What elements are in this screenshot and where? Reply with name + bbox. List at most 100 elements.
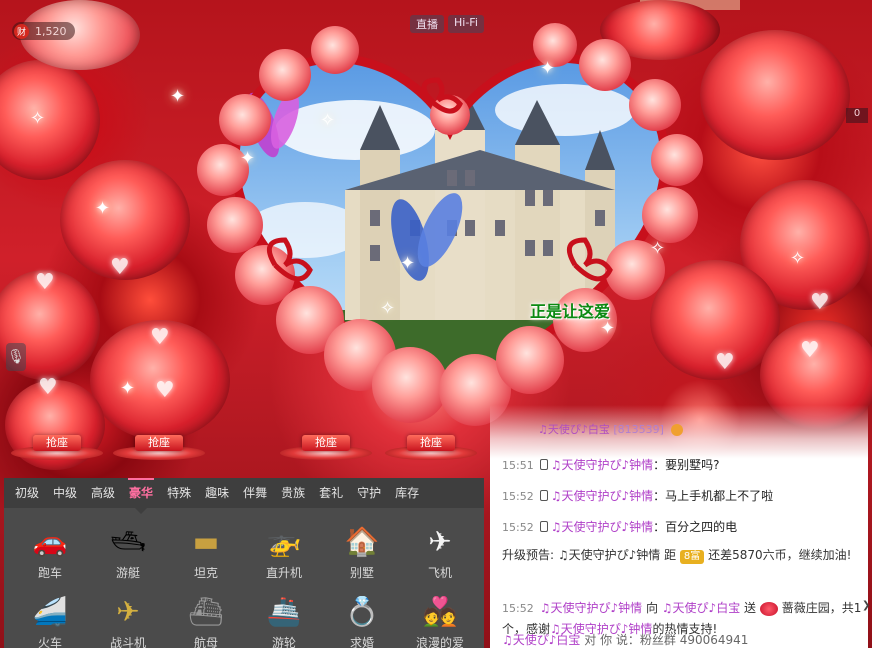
message-separator: ： xyxy=(653,520,666,534)
gift-name: 求婚 xyxy=(349,636,374,648)
tab-intermediate[interactable]: 中级 xyxy=(46,478,84,508)
tab-bundle[interactable]: 套礼 xyxy=(312,478,350,508)
grab-seat-label[interactable]: 抢座 xyxy=(302,435,350,451)
gift-item-airplane[interactable]: ✈ 飞机 xyxy=(402,524,478,590)
gift-name: 直升机 xyxy=(265,566,302,580)
tab-special[interactable]: 特殊 xyxy=(160,478,198,508)
coin-balance-badge[interactable]: 财 1,520 xyxy=(12,22,75,40)
message-time: 15:52 xyxy=(502,490,534,503)
train-icon: 🚄 xyxy=(32,595,68,628)
gift-item-train[interactable]: 🚄 火车 xyxy=(12,594,88,648)
tab-guard[interactable]: 守护 xyxy=(350,478,388,508)
grab-seat-3[interactable]: 抢座 xyxy=(280,432,372,462)
romantic-love-icon: 💑 xyxy=(422,595,458,628)
gift-item-villa[interactable]: 🏠 别墅 xyxy=(324,524,400,590)
gift-category-tabs: 初级 中级 高级 豪华 特殊 趣味 伴舞 贵族 套礼 守护 库存 xyxy=(4,478,484,514)
message-time: 15:52 xyxy=(502,602,534,615)
tank-icon: ▬ xyxy=(192,525,220,558)
gift-name: 火车 xyxy=(37,636,62,648)
message-time: 15:52 xyxy=(502,521,534,534)
gift-item-yacht[interactable]: 🛥 游艇 xyxy=(90,524,166,590)
chat-message: ♫天使ぴ♪白宝 对 你 说：粉丝群 490064941 xyxy=(502,631,748,648)
gift-item-proposal[interactable]: 💍 求婚 xyxy=(324,594,400,648)
tab-inventory[interactable]: 库存 xyxy=(388,478,426,508)
gift-to-word: 向 xyxy=(645,601,658,615)
rose-decoration xyxy=(700,30,850,160)
message-user[interactable]: ♫天使守护ぴ♪钟情 xyxy=(551,520,653,534)
grab-seat-2[interactable]: 抢座 xyxy=(113,432,205,462)
tab-dance[interactable]: 伴舞 xyxy=(236,478,274,508)
gift-name: 游艇 xyxy=(115,566,140,580)
grab-seat-1[interactable]: 抢座 xyxy=(11,432,103,462)
scene-caption: 正是让这爱 xyxy=(530,302,611,321)
sparkle-icon: ✧ xyxy=(790,248,806,269)
user-name[interactable]: ♫天使ぴ♪白宝 xyxy=(538,423,610,436)
tab-fun[interactable]: 趣味 xyxy=(198,478,236,508)
wealth-rank-badge: 8富 xyxy=(679,550,705,564)
gift-name: 航母 xyxy=(193,636,218,648)
microphone-button[interactable]: 🎙 xyxy=(6,343,26,371)
message-user[interactable]: ♫天使守护ぴ♪钟情 xyxy=(551,489,653,503)
sparkle-icon: ✧ xyxy=(380,298,396,319)
heart-icon: ♥ xyxy=(800,338,820,363)
heart-photo-frame xyxy=(197,23,703,426)
heart-icon: ♥ xyxy=(150,325,170,350)
gift-item-tank[interactable]: ▬ 坦克 xyxy=(168,524,244,590)
chat-message: 15:51 ♫天使守护ぴ♪钟情：要别墅吗? xyxy=(502,456,720,473)
gift-item-helicopter[interactable]: 🚁 直升机 xyxy=(246,524,322,590)
chat-message: 15:52 ♫天使守护ぴ♪钟情：百分之四的电 xyxy=(502,518,737,535)
message-text: 要别墅吗? xyxy=(665,458,720,472)
message-text: 马上手机都上不了啦 xyxy=(665,489,774,503)
upgrade-suffix: 还差5870六币，继续加油! xyxy=(708,548,852,562)
yacht-icon: 🛥 xyxy=(110,525,146,558)
chat-top-user[interactable]: ♫天使ぴ♪白宝 [813539] xyxy=(538,421,684,437)
sparkle-icon: ✧ xyxy=(650,238,666,259)
grab-seat-label[interactable]: 抢座 xyxy=(407,435,455,451)
gift-item-romantic-love[interactable]: 💑 浪漫的爱 xyxy=(402,594,478,648)
gift-name: 战斗机 xyxy=(109,636,146,648)
live-label[interactable]: 直播 xyxy=(410,15,444,33)
tab-advanced[interactable]: 高级 xyxy=(84,478,122,508)
upgrade-notice: 升级预告: ♫天使守护ぴ♪钟情 距 8富 还差5870六币，继续加油! xyxy=(502,545,854,565)
grab-seat-label[interactable]: 抢座 xyxy=(135,435,183,451)
airplane-icon: ✈ xyxy=(428,525,452,558)
grab-seat-4[interactable]: 抢座 xyxy=(385,432,477,462)
tab-basic[interactable]: 初级 xyxy=(8,478,46,508)
sparkle-icon: ✦ xyxy=(540,58,556,79)
tab-noble[interactable]: 贵族 xyxy=(274,478,312,508)
gift-grid: 🚗 跑车 🛥 游艇 ▬ 坦克 🚁 直升机 🏠 别墅 ✈ 飞机 🚄 火车 ✈ 战斗… xyxy=(4,508,484,648)
sparkle-icon: ✦ xyxy=(95,198,111,219)
heart-icon: ♥ xyxy=(810,290,830,315)
villa-icon: 🏠 xyxy=(344,525,380,558)
message-user[interactable]: ♫天使ぴ♪白宝 xyxy=(502,633,580,647)
emoji-icon xyxy=(671,424,684,436)
message-user[interactable]: ♫天使守护ぴ♪钟情 xyxy=(551,458,653,472)
gift-item-cruise-ship[interactable]: 🚢 游轮 xyxy=(246,594,322,648)
heart-icon: ♥ xyxy=(155,378,175,403)
gift-panel: 初级 中级 高级 豪华 特殊 趣味 伴舞 贵族 套礼 守护 库存 🚗 跑车 🛥 … xyxy=(4,478,484,648)
mobile-icon xyxy=(539,490,548,501)
gift-receiver[interactable]: ♫天使ぴ♪白宝 xyxy=(662,601,740,615)
gift-name: 游轮 xyxy=(271,636,296,648)
rose-manor-gift-icon xyxy=(759,601,778,616)
gift-sender[interactable]: ♫天使守护ぴ♪钟情 xyxy=(540,601,642,615)
right-counter: 0 xyxy=(846,108,868,123)
grab-seat-label[interactable]: 抢座 xyxy=(33,435,81,451)
gift-item-aircraft-carrier[interactable]: ⛴ 航母 xyxy=(168,594,244,648)
cruise-ship-icon: 🚢 xyxy=(266,595,302,628)
chat-scroll-down-icon[interactable]: ❯ xyxy=(862,600,870,611)
tab-luxury[interactable]: 豪华 xyxy=(122,478,160,514)
gift-item-sports-car[interactable]: 🚗 跑车 xyxy=(12,524,88,590)
mobile-icon xyxy=(539,521,548,532)
heart-icon: ♥ xyxy=(35,270,55,295)
proposal-icon: 💍 xyxy=(344,595,380,628)
quality-label[interactable]: Hi-Fi xyxy=(448,15,484,33)
gift-item-fighter-jet[interactable]: ✈ 战斗机 xyxy=(90,594,166,648)
sparkle-icon: ✦ xyxy=(240,148,256,169)
message-text: 百分之四的电 xyxy=(665,520,738,534)
chat-panel: ♫天使ぴ♪白宝 [813539] 15:51 ♫天使守护ぴ♪钟情：要别墅吗? 15… xyxy=(490,405,868,648)
stream-mode-badges: 直播 Hi-Fi xyxy=(410,15,484,33)
sparkle-icon: ✦ xyxy=(170,86,186,107)
mobile-icon xyxy=(539,459,548,470)
sparkle-icon: ✧ xyxy=(30,108,46,129)
